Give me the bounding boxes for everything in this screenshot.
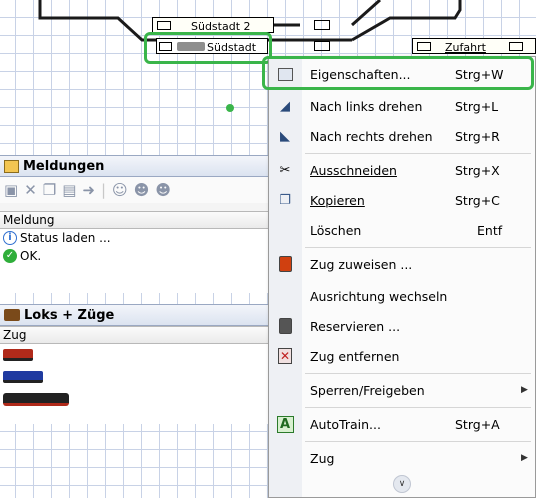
autotrain-icon: A: [275, 414, 295, 434]
block-end-icon: [314, 41, 330, 51]
menu-item-rotate-right[interactable]: ◣ Nach rechts drehen Strg+R: [269, 121, 535, 151]
menu-separator: [305, 407, 531, 408]
message-row[interactable]: ✓ OK.: [0, 247, 268, 265]
signal-icon: [275, 254, 295, 274]
scissors-icon: ✂: [279, 162, 291, 178]
menu-item-reserve[interactable]: Reservieren ...: [269, 311, 535, 341]
menu-item-remove-train[interactable]: ✕ Zug entfernen: [269, 341, 535, 371]
red-locomotive-icon: [3, 349, 33, 361]
menu-item-cut[interactable]: ✂ Ausschneiden Strg+X: [269, 155, 535, 185]
menu-item-rotate-left[interactable]: ◢ Nach links drehen Strg+L: [269, 91, 535, 121]
block-label: Zufahrt: [445, 41, 486, 54]
trains-column-header[interactable]: Zug: [0, 326, 268, 344]
block-suedstadt-2[interactable]: Südstadt 2: [152, 17, 274, 33]
message-row[interactable]: i Status laden ...: [0, 229, 268, 247]
toolbar-separator: |: [100, 181, 107, 199]
menu-item-autotrain[interactable]: A AutoTrain... Strg+A: [269, 409, 535, 439]
signal-dark-icon: [275, 316, 295, 336]
delete-icon[interactable]: ✕: [24, 181, 37, 199]
messages-icon: [4, 159, 19, 173]
steam-locomotive-icon: [3, 392, 69, 406]
info-icon: i: [3, 231, 17, 245]
train-row[interactable]: [0, 344, 268, 366]
block-end-icon: [157, 21, 171, 30]
block-label: Südstadt 2: [191, 20, 251, 33]
ok-check-icon: ✓: [3, 249, 17, 263]
messages-panel: Meldungen ▣ ✕ ❐ ▤ ➜ | ☺ ☻ ☻ Meldung i St…: [0, 155, 268, 293]
trains-panel: Loks + Züge Zug: [0, 304, 268, 424]
block-end-icon: [417, 42, 431, 51]
group-icon[interactable]: ☻: [155, 181, 171, 199]
blue-locomotive-icon: [3, 371, 43, 383]
block-end-icon: [314, 20, 330, 30]
block-zufahrt[interactable]: Zufahrt: [412, 38, 536, 54]
menu-separator: [305, 247, 531, 248]
menu-separator: [305, 441, 531, 442]
train-row[interactable]: [0, 366, 268, 388]
person-icon[interactable]: ☺: [112, 181, 128, 199]
expand-more-icon: ∨: [398, 479, 406, 489]
train-row[interactable]: [0, 388, 268, 410]
messages-column-header[interactable]: Meldung: [0, 211, 268, 229]
save-icon[interactable]: ▣: [4, 181, 18, 199]
copy-icon: ❐: [279, 192, 291, 208]
train-icon: [4, 309, 20, 321]
expand-more-button[interactable]: ∨: [393, 475, 411, 493]
highlight-menu-item: [262, 56, 534, 90]
messages-toolbar: ▣ ✕ ❐ ▤ ➜ | ☺ ☻ ☻: [0, 177, 268, 203]
menu-separator: [305, 153, 531, 154]
menu-item-change-direction[interactable]: Ausrichtung wechseln: [269, 281, 535, 311]
message-text: OK.: [20, 249, 42, 263]
highlight-selected-block: [144, 32, 272, 64]
group-icon[interactable]: ☻: [134, 181, 150, 199]
forward-icon[interactable]: ➜: [82, 181, 95, 199]
properties-icon[interactable]: ▤: [62, 181, 76, 199]
rotate-right-icon: ◣: [280, 128, 290, 144]
submenu-arrow-icon: ▶: [521, 385, 528, 395]
menu-item-copy[interactable]: ❐ Kopieren Strg+C: [269, 185, 535, 215]
menu-separator: [305, 373, 531, 374]
messages-panel-title: Meldungen: [0, 155, 268, 177]
menu-item-delete[interactable]: Löschen Entf: [269, 215, 535, 245]
context-menu: Eigenschaften... Strg+W ◢ Nach links dre…: [268, 56, 536, 498]
trains-panel-title: Loks + Züge: [0, 304, 268, 326]
menu-item-assign-train[interactable]: Zug zuweisen ...: [269, 249, 535, 279]
block-end-icon: [509, 42, 523, 51]
submenu-arrow-icon: ▶: [521, 453, 528, 463]
rotate-left-icon: ◢: [280, 98, 290, 114]
copy-icon[interactable]: ❐: [43, 181, 56, 199]
message-text: Status laden ...: [20, 231, 111, 245]
menu-item-train[interactable]: Zug ▶: [269, 443, 535, 473]
menu-item-lock-unlock[interactable]: Sperren/Freigeben ▶: [269, 375, 535, 405]
remove-train-icon: ✕: [278, 348, 292, 364]
